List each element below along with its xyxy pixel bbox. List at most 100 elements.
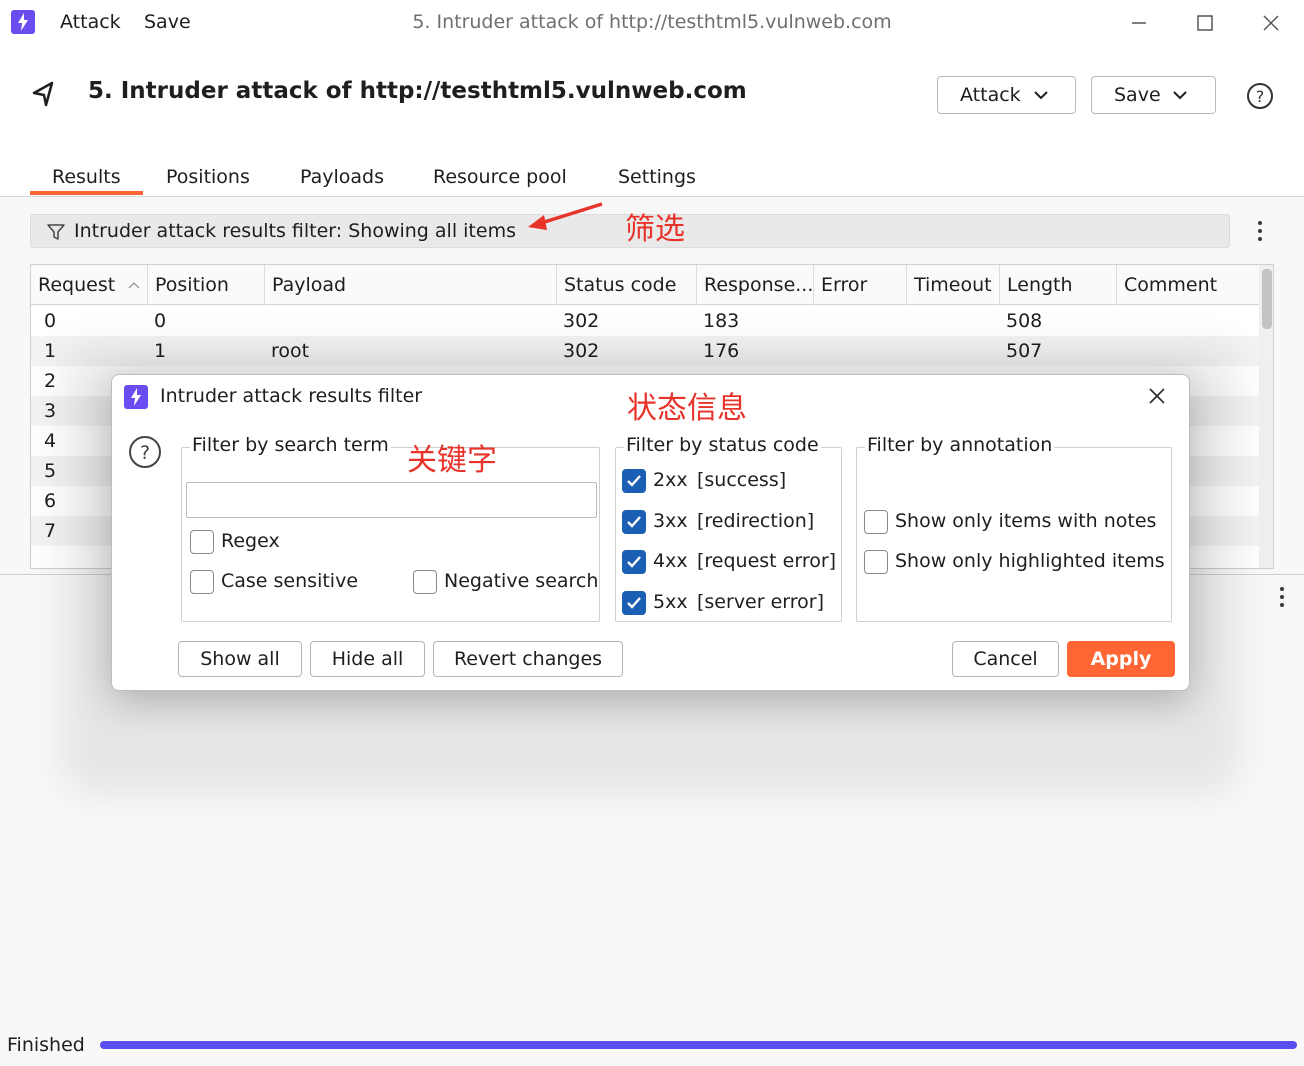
status-code-desc: [server error] (697, 591, 825, 613)
apply-button[interactable]: Apply (1067, 641, 1175, 677)
status-code-label: 4xx (653, 550, 688, 572)
search-input[interactable] (186, 482, 597, 518)
regex-checkbox[interactable]: Regex (190, 530, 310, 556)
show-all-button[interactable]: Show all (178, 641, 302, 677)
scrollbar-thumb[interactable] (1262, 269, 1272, 329)
cell-status: 302 (563, 310, 600, 332)
cell-response: 183 (703, 310, 740, 332)
annotation-filter: 筛选 (625, 212, 685, 247)
cell-request: 7 (44, 520, 57, 542)
cell-request: 4 (44, 430, 57, 452)
more-options-icon[interactable] (1279, 585, 1285, 611)
checkbox-box[interactable] (622, 550, 646, 574)
show-notes-checkbox[interactable]: Show only items with notes (864, 510, 1164, 536)
results-filter-dialog: Intruder attack results filter 状态信息 ? Fi… (111, 374, 1190, 691)
filter-icon (47, 224, 65, 240)
tab-resource-pool[interactable]: Resource pool (433, 166, 567, 188)
progress-bar (100, 1041, 1297, 1049)
show-notes-label: Show only items with notes (895, 510, 1157, 532)
status-code-desc: [success] (697, 469, 787, 491)
case-sensitive-checkbox[interactable]: Case sensitive (190, 570, 390, 596)
negative-search-checkbox[interactable]: Negative search (413, 570, 599, 596)
annotation-legend: Filter by annotation (865, 434, 1055, 456)
checkbox-box[interactable] (864, 550, 888, 574)
tab-settings[interactable]: Settings (618, 166, 696, 188)
checkmark-icon (627, 597, 641, 609)
annotation-keyword: 关键字 (407, 443, 497, 478)
status-code-desc: [request error] (697, 550, 837, 572)
search-term-group: Filter by search term Regex Case sensiti… (181, 434, 600, 622)
status-2xx-checkbox[interactable]: 2xx [success] (622, 469, 832, 495)
column-header-payload[interactable]: Payload (265, 265, 557, 305)
status-code-legend: Filter by status code (624, 434, 821, 456)
column-header-response[interactable]: Response... (697, 265, 814, 305)
column-header-timeout[interactable]: Timeout (907, 265, 1000, 305)
table-scrollbar[interactable] (1259, 265, 1273, 568)
status-code-group: Filter by status code 2xx [success] 3xx … (615, 434, 842, 622)
table-row[interactable]: 0 0 302 183 508 (31, 306, 1259, 336)
column-header-length[interactable]: Length (1000, 265, 1117, 305)
checkmark-icon (627, 475, 641, 487)
attack-button-label: Attack (960, 84, 1021, 106)
chevron-down-icon (1034, 91, 1048, 100)
column-header-position[interactable]: Position (148, 265, 265, 305)
checkbox-box[interactable] (622, 469, 646, 493)
checkbox-box[interactable] (622, 510, 646, 534)
checkbox-box[interactable] (190, 570, 214, 594)
status-code-label: 2xx (653, 469, 688, 491)
close-icon[interactable] (1256, 8, 1286, 38)
show-highlighted-label: Show only highlighted items (895, 550, 1165, 572)
maximize-icon[interactable] (1190, 8, 1220, 38)
help-icon[interactable]: ? (128, 435, 162, 469)
column-header-status-code[interactable]: Status code (557, 265, 697, 305)
column-header-request[interactable]: Request (31, 265, 148, 305)
cell-request: 2 (44, 370, 57, 392)
status-code-desc: [redirection] (697, 510, 815, 532)
regex-label: Regex (221, 530, 280, 552)
column-header-error[interactable]: Error (814, 265, 907, 305)
table-header: Request Position Payload Status code Res… (31, 265, 1259, 305)
filter-bar-text: Intruder attack results filter: Showing … (74, 220, 516, 242)
checkmark-icon (627, 516, 641, 528)
cancel-button[interactable]: Cancel (952, 641, 1059, 677)
checkbox-box[interactable] (413, 570, 437, 594)
negative-search-label: Negative search (444, 570, 599, 592)
save-button[interactable]: Save (1091, 76, 1216, 114)
case-sensitive-label: Case sensitive (221, 570, 359, 592)
checkbox-box[interactable] (864, 510, 888, 534)
tab-payloads[interactable]: Payloads (300, 166, 384, 188)
cell-request: 5 (44, 460, 57, 482)
status-5xx-checkbox[interactable]: 5xx [server error] (622, 591, 832, 617)
status-4xx-checkbox[interactable]: 4xx [request error] (622, 550, 836, 576)
checkbox-box[interactable] (622, 591, 646, 615)
show-highlighted-checkbox[interactable]: Show only highlighted items (864, 550, 1165, 576)
active-tab-indicator (30, 191, 143, 195)
hide-all-button[interactable]: Hide all (310, 641, 425, 677)
tab-divider (0, 196, 1304, 197)
help-icon[interactable]: ? (1246, 82, 1274, 110)
cell-position: 0 (154, 310, 167, 332)
progress-fill (100, 1041, 1297, 1049)
annotation-group: Filter by annotation Show only items wit… (856, 434, 1172, 622)
status-3xx-checkbox[interactable]: 3xx [redirection] (622, 510, 832, 536)
tab-results[interactable]: Results (52, 166, 121, 188)
more-options-icon[interactable] (1257, 219, 1263, 245)
cell-request: 1 (44, 340, 57, 362)
close-icon[interactable] (1146, 385, 1168, 407)
cell-request: 0 (44, 310, 57, 332)
column-header-comment[interactable]: Comment (1117, 265, 1259, 305)
page-title: 5. Intruder attack of http://testhtml5.v… (88, 78, 747, 104)
intruder-icon (30, 79, 58, 107)
checkbox-box[interactable] (190, 530, 214, 554)
tab-positions[interactable]: Positions (166, 166, 250, 188)
annotation-arrow-icon (528, 202, 603, 230)
checkmark-icon (627, 556, 641, 568)
page-header: 5. Intruder attack of http://testhtml5.v… (0, 46, 1304, 197)
revert-changes-button[interactable]: Revert changes (433, 641, 623, 677)
window-title-bar: Attack Save 5. Intruder attack of http:/… (0, 0, 1304, 46)
attack-button[interactable]: Attack (937, 76, 1076, 114)
sort-up-icon (128, 282, 140, 289)
cell-request: 3 (44, 400, 57, 422)
status-code-label: 5xx (653, 591, 688, 613)
minimize-icon[interactable] (1124, 8, 1154, 38)
